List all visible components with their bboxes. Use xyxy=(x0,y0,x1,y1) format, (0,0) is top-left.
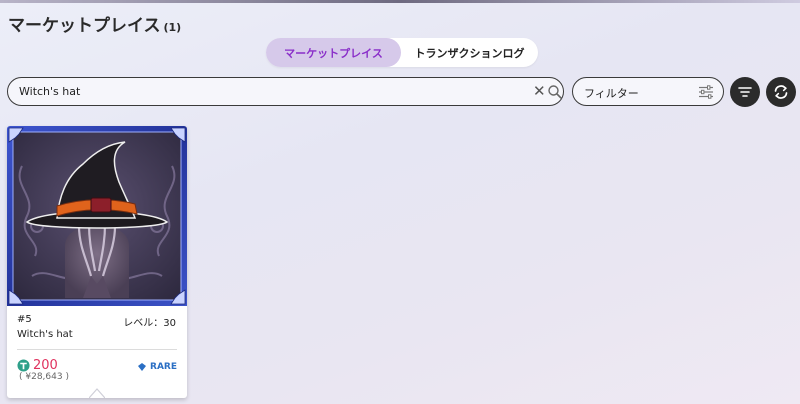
item-level: レベル：30 xyxy=(123,318,176,329)
filter-label: フィルター xyxy=(584,87,639,100)
close-icon[interactable]: ✕ xyxy=(533,83,546,99)
card-pointer xyxy=(89,388,105,398)
page-title-text: マーケットプレイス xyxy=(8,16,161,36)
sliders-icon xyxy=(699,85,713,99)
item-name: Witch's hat xyxy=(17,329,73,340)
result-count: (1) xyxy=(163,21,182,34)
tab-marketplace[interactable]: マーケットプレイス xyxy=(266,38,401,67)
top-accent-bar xyxy=(0,0,800,3)
refresh-icon xyxy=(774,85,788,99)
tab-transaction-log[interactable]: トランザクションログ xyxy=(401,38,538,67)
token-coin-icon xyxy=(17,359,30,372)
view-tabs: マーケットプレイス トランザクションログ xyxy=(266,38,538,67)
price-yen: ( ¥28,643 ) xyxy=(19,372,69,382)
item-thumbnail xyxy=(7,126,187,306)
search-icon[interactable] xyxy=(547,84,563,100)
page-title: マーケットプレイス (1) xyxy=(8,11,181,36)
filter-lines-icon xyxy=(738,87,752,97)
item-card[interactable]: #5 レベル：30 Witch's hat 200 ( ¥28,643 ) RA… xyxy=(7,126,187,398)
diamond-icon xyxy=(138,363,147,371)
sort-button[interactable] xyxy=(730,77,760,107)
filter-dropdown[interactable]: フィルター xyxy=(572,77,724,106)
refresh-button[interactable] xyxy=(766,77,796,107)
rarity-badge: RARE xyxy=(138,362,177,372)
rarity-label: RARE xyxy=(150,362,177,372)
item-price: 200 xyxy=(17,358,58,373)
tab-marketplace-label: マーケットプレイス xyxy=(284,46,383,60)
card-divider xyxy=(17,349,177,350)
search-box: ✕ xyxy=(7,77,564,106)
search-input[interactable] xyxy=(17,84,521,99)
price-value: 200 xyxy=(33,358,58,373)
item-id: #5 xyxy=(17,314,32,325)
tab-transaction-log-label: トランザクションログ xyxy=(414,46,525,60)
